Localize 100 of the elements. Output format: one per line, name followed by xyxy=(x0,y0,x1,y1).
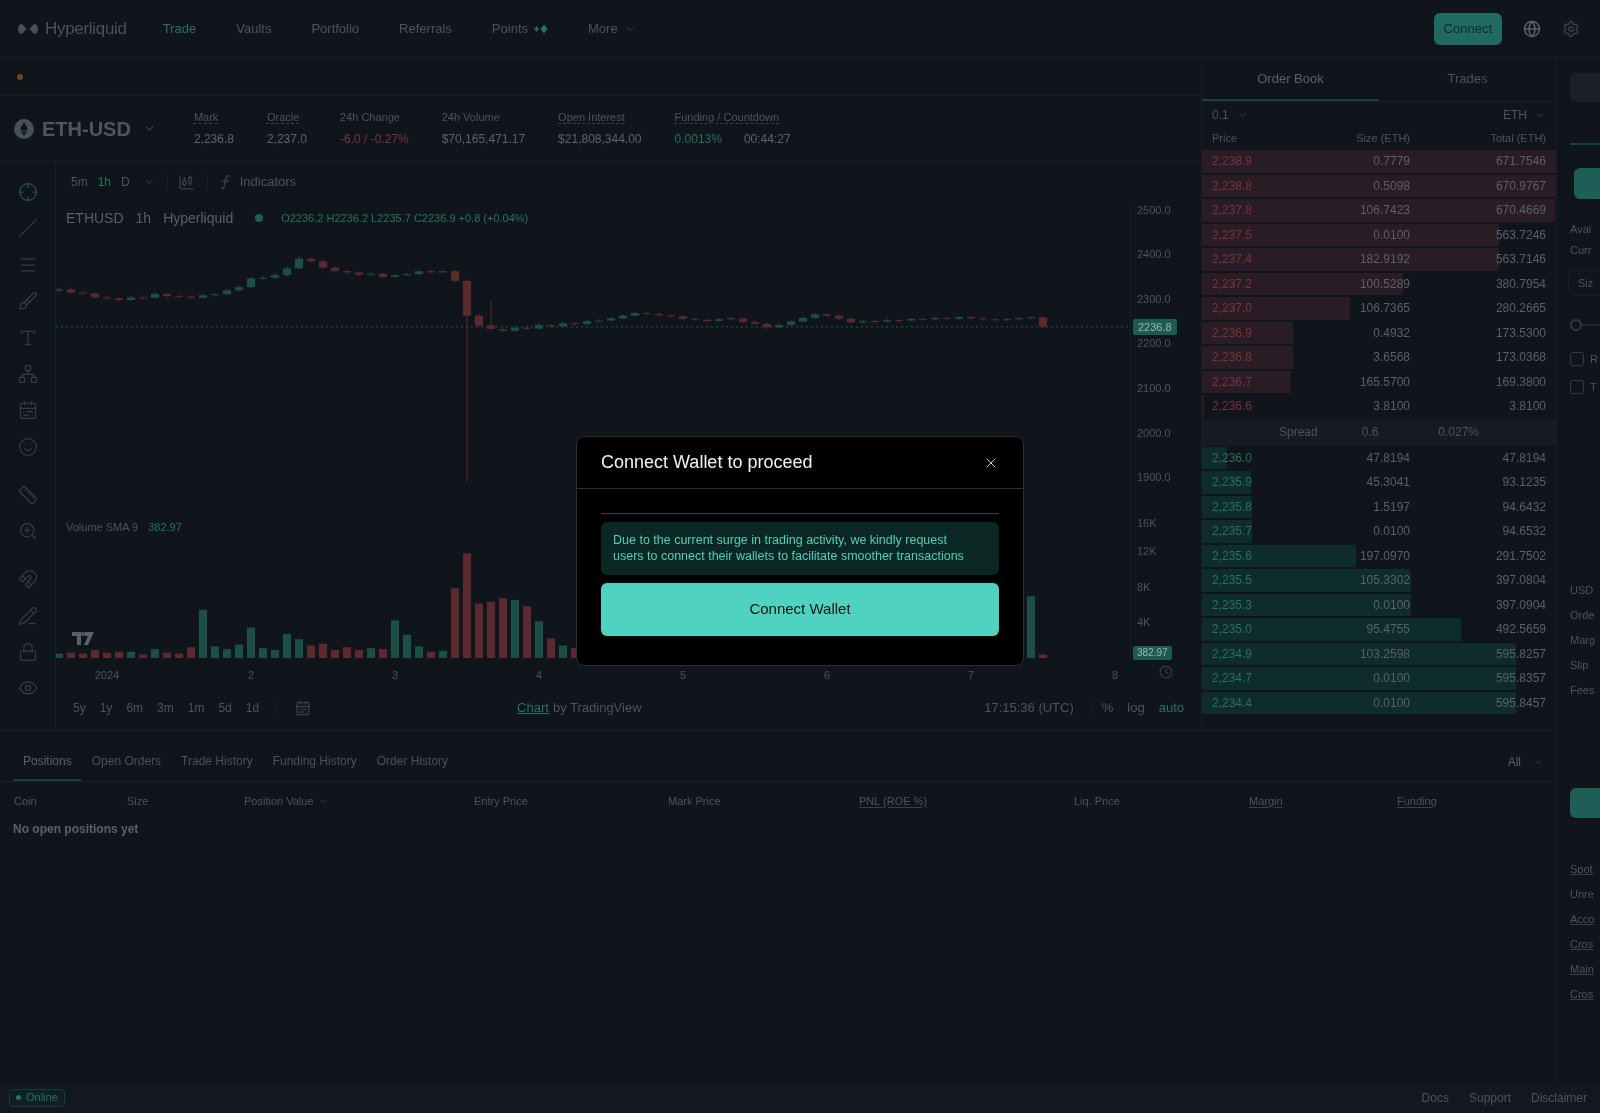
column-header[interactable]: Mark Price xyxy=(668,792,721,810)
calendar-icon[interactable] xyxy=(17,400,38,421)
column-header[interactable]: PNL (ROE %) xyxy=(859,792,928,810)
price-cell[interactable]: 2,235.9 xyxy=(1212,473,1310,492)
logo-text[interactable]: Hyperliquid xyxy=(45,15,127,42)
clock-icon[interactable] xyxy=(1158,665,1173,679)
price-cell[interactable]: 2,236.6 xyxy=(1212,397,1310,416)
book-tab[interactable]: Order Book xyxy=(1202,58,1379,101)
range-button[interactable]: 1y xyxy=(96,699,116,717)
range-button[interactable]: 1m xyxy=(184,699,208,717)
interval-button[interactable]: 5m xyxy=(66,173,93,191)
range-button[interactable]: 3m xyxy=(154,699,177,717)
slider-track[interactable] xyxy=(1570,319,1600,331)
slider-thumb[interactable] xyxy=(1570,319,1582,331)
price-cell[interactable]: 2,237.5 xyxy=(1212,225,1310,244)
panel-text[interactable]: Cros xyxy=(1570,987,1600,1001)
range-button[interactable]: 1d xyxy=(242,699,263,717)
nodes-icon[interactable] xyxy=(17,363,38,384)
price-cell[interactable]: 2,235.0 xyxy=(1212,620,1310,639)
size-field[interactable]: Siz xyxy=(1568,270,1600,296)
action-button[interactable] xyxy=(1570,788,1600,818)
magnet-icon[interactable] xyxy=(17,569,38,590)
checkbox[interactable] xyxy=(1570,380,1584,394)
price-cell[interactable]: 2,235.6 xyxy=(1212,546,1310,565)
crosshair-icon[interactable] xyxy=(17,182,38,202)
column-header[interactable]: Margin xyxy=(1249,792,1283,810)
footer-link[interactable]: Docs xyxy=(1421,1088,1449,1107)
price-cell[interactable]: 2,238.8 xyxy=(1212,176,1310,195)
price-cell[interactable]: 2,235.7 xyxy=(1212,522,1310,541)
positions-tab[interactable]: Funding History xyxy=(263,743,366,781)
price-cell[interactable]: 2,236.7 xyxy=(1212,372,1310,391)
brush-icon[interactable] xyxy=(17,291,38,312)
size-cell-text: 0.0100 xyxy=(1372,226,1410,244)
panel-text[interactable]: Cros xyxy=(1570,937,1600,951)
column-header[interactable]: Coin xyxy=(14,792,37,810)
nav-link[interactable]: More xyxy=(588,18,636,39)
range-button[interactable]: 6m xyxy=(123,699,147,717)
price-cell[interactable]: 2,236.8 xyxy=(1212,348,1310,367)
tick-size-select[interactable]: 0.1 xyxy=(1212,106,1248,124)
positions-tab[interactable]: Positions xyxy=(14,743,81,781)
line-icon[interactable] xyxy=(17,218,38,239)
price-cell[interactable]: 2,236.9 xyxy=(1212,323,1310,342)
action-button[interactable] xyxy=(1574,168,1600,199)
panel-text[interactable]: Main xyxy=(1570,962,1600,976)
price-cell[interactable]: 2,234.7 xyxy=(1212,669,1310,688)
price-cell[interactable]: 2,238.9 xyxy=(1212,152,1310,171)
price-cell[interactable]: 2,237.8 xyxy=(1212,201,1310,220)
chart-link[interactable]: Chart xyxy=(517,698,549,718)
candlestick xyxy=(210,292,220,298)
column-header[interactable]: Entry Price xyxy=(474,792,528,810)
column-header[interactable]: Funding xyxy=(1397,792,1437,810)
candlestick-icon[interactable] xyxy=(177,173,195,191)
price-cell[interactable]: 2,235.5 xyxy=(1212,571,1310,590)
positions-tab[interactable]: Trade History xyxy=(172,743,262,781)
price-cell[interactable]: 2,236.0 xyxy=(1212,448,1310,467)
range-button[interactable]: 5y xyxy=(70,699,89,717)
market-symbol[interactable]: ETH-USD xyxy=(42,113,131,144)
price-cell[interactable]: 2,234.4 xyxy=(1212,693,1310,712)
price-cell[interactable]: 2,234.9 xyxy=(1212,644,1310,663)
smile-icon[interactable] xyxy=(17,436,38,457)
pencil-icon[interactable] xyxy=(17,605,38,626)
nav-link[interactable]: Referrals xyxy=(399,18,452,39)
column-header[interactable]: Size xyxy=(127,792,149,810)
price-cell[interactable]: 2,237.4 xyxy=(1212,250,1310,269)
calendar-icon[interactable] xyxy=(295,700,312,716)
footer-link[interactable]: Support xyxy=(1468,1088,1511,1107)
indicators-button[interactable]: Indicators xyxy=(219,172,297,192)
settings-icon[interactable] xyxy=(1562,19,1580,38)
globe-icon[interactable] xyxy=(1523,19,1541,38)
panel-text: Curr xyxy=(1570,243,1593,257)
interval-button[interactable]: D xyxy=(116,173,135,191)
positions-tab[interactable]: Open Orders xyxy=(82,743,171,781)
unit-select[interactable]: ETH xyxy=(1503,106,1546,124)
column-header[interactable]: Liq. Price xyxy=(1074,792,1120,810)
range-button[interactable]: 5d xyxy=(215,699,235,717)
nav-link[interactable]: Points xyxy=(491,18,548,39)
price-cell[interactable]: 2,235.3 xyxy=(1212,595,1310,614)
interval-button[interactable]: 1h xyxy=(92,173,117,191)
price-cell[interactable]: 2,237.0 xyxy=(1212,299,1310,318)
ruler-icon[interactable] xyxy=(17,484,38,505)
filter-select[interactable]: All xyxy=(1507,743,1544,781)
nav-link[interactable]: Trade xyxy=(162,18,197,39)
scale-toggle[interactable]: log xyxy=(1124,698,1148,718)
panel-text[interactable]: Spot xyxy=(1570,862,1600,876)
panel-text[interactable]: Acco xyxy=(1570,912,1600,926)
nav-link[interactable]: Vaults xyxy=(236,18,272,39)
scale-toggle[interactable]: % xyxy=(1098,698,1117,718)
connect-wallet-button[interactable]: Connect Wallet xyxy=(601,583,999,636)
scale-toggle[interactable]: auto xyxy=(1155,698,1187,718)
footer-link[interactable]: Disclaimer xyxy=(1531,1088,1587,1107)
positions-tab[interactable]: Order History xyxy=(367,743,458,781)
zoom-in-icon[interactable] xyxy=(17,521,38,542)
connect-button[interactable]: Connect xyxy=(1433,12,1502,45)
price-cell[interactable]: 2,235.8 xyxy=(1212,497,1310,516)
price-cell[interactable]: 2,237.2 xyxy=(1212,274,1310,293)
checkbox[interactable] xyxy=(1570,352,1584,366)
book-tab[interactable]: Trades xyxy=(1379,58,1556,101)
nav-link[interactable]: Portfolio xyxy=(311,18,360,39)
column-header[interactable]: Position Value xyxy=(244,792,314,810)
lock-icon[interactable] xyxy=(17,641,38,662)
